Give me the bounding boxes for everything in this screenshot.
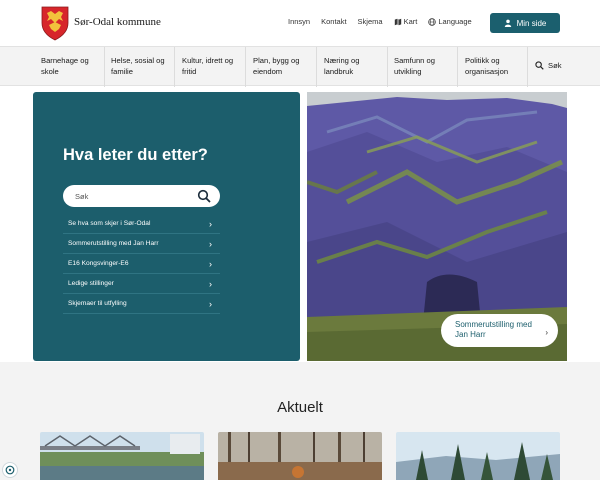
search-icon xyxy=(535,61,544,70)
quick-link[interactable]: Ledige stillinger › xyxy=(63,274,220,294)
site-header: Sør-Odal kommune Innsyn Kontakt Skjema K… xyxy=(0,0,600,46)
quick-link-label: Se hva som skjer i Sør-Odal xyxy=(68,220,151,227)
link-kontakt-label: Kontakt xyxy=(321,17,347,26)
chevron-right-icon: › xyxy=(209,298,212,309)
nav-item-plan[interactable]: Plan, bygg og eiendom xyxy=(253,55,313,77)
nav-search-button[interactable]: Søk xyxy=(535,61,562,70)
globe-icon xyxy=(428,17,437,26)
hero-title: Hva leter du etter? xyxy=(63,146,208,164)
chevron-right-icon: › xyxy=(545,328,548,337)
site-name[interactable]: Sør-Odal kommune xyxy=(74,16,161,28)
nav-divider xyxy=(104,47,105,87)
hero-search-box xyxy=(63,185,220,207)
chevron-right-icon: › xyxy=(209,278,212,289)
link-kontakt[interactable]: Kontakt xyxy=(321,17,346,26)
chevron-right-icon: › xyxy=(209,258,212,269)
nav-divider xyxy=(316,47,317,87)
search-panel: Hva leter du etter? Se hva som skjer i S… xyxy=(33,92,300,361)
quick-links: Se hva som skjer i Sør-Odal › Sommerutsti… xyxy=(63,214,220,314)
main-navigation: Barnehage og skole Helse, sosial og fami… xyxy=(0,46,600,87)
my-page-label: Min side xyxy=(516,18,547,28)
news-section: Aktuelt xyxy=(0,362,600,480)
hero-search-input[interactable] xyxy=(75,189,193,203)
chevron-right-icon: › xyxy=(209,238,212,249)
coat-of-arms-logo[interactable] xyxy=(40,5,70,41)
accessibility-button[interactable] xyxy=(2,462,18,478)
nav-divider xyxy=(174,47,175,87)
quick-link-label: Ledige stillinger xyxy=(68,280,114,287)
quick-link-label: Skjemaer til utfylling xyxy=(68,300,127,307)
utility-links: Innsyn Kontakt Skjema Kart Language xyxy=(288,17,472,26)
nav-item-samfunn[interactable]: Samfunn og utvikling xyxy=(394,55,454,77)
map-icon xyxy=(394,18,401,25)
nav-divider xyxy=(245,47,246,87)
link-kart[interactable]: Kart xyxy=(394,17,418,26)
accessibility-icon xyxy=(5,465,15,475)
nav-divider xyxy=(527,47,528,87)
nav-item-naering[interactable]: Næring og landbruk xyxy=(324,55,384,77)
quick-link-label: E16 Kongsvinger-E6 xyxy=(68,260,129,267)
news-card-image-lake-trees[interactable] xyxy=(396,432,560,480)
link-skjema-label: Skjema xyxy=(357,17,383,26)
quick-link[interactable]: Sommerutstilling med Jan Harr › xyxy=(63,234,220,254)
nav-search-label: Søk xyxy=(548,61,562,70)
link-language[interactable]: Language xyxy=(428,17,472,26)
link-skjema[interactable]: Skjema xyxy=(358,17,383,26)
nav-item-helse[interactable]: Helse, sosial og familie xyxy=(111,55,171,77)
chevron-right-icon: › xyxy=(209,218,212,229)
quick-link-label: Sommerutstilling med Jan Harr xyxy=(68,240,159,247)
link-innsyn-label: Innsyn xyxy=(288,17,311,26)
news-card-image-forest-fire[interactable] xyxy=(218,432,382,480)
link-language-label: Language xyxy=(438,17,472,26)
nav-divider xyxy=(387,47,388,87)
search-icon[interactable] xyxy=(197,189,211,203)
news-section-title: Aktuelt xyxy=(277,399,323,416)
link-kart-label: Kart xyxy=(403,17,418,26)
featured-card-label: Sommerutstilling med Jan Harr xyxy=(455,320,532,339)
quick-link[interactable]: Se hva som skjer i Sør-Odal › xyxy=(63,214,220,234)
nav-divider xyxy=(457,47,458,87)
news-card-image-bridge[interactable] xyxy=(40,432,204,480)
user-icon xyxy=(504,19,511,27)
nav-item-kultur[interactable]: Kultur, idrett og fritid xyxy=(182,55,242,77)
nav-item-barnehage[interactable]: Barnehage og skole xyxy=(41,55,101,77)
quick-link[interactable]: Skjemaer til utfylling › xyxy=(63,294,220,314)
quick-link[interactable]: E16 Kongsvinger-E6 › xyxy=(63,254,220,274)
featured-card-button[interactable]: Sommerutstilling med Jan Harr › xyxy=(441,314,558,347)
link-innsyn[interactable]: Innsyn xyxy=(288,17,310,26)
my-page-button[interactable]: Min side xyxy=(490,13,560,33)
nav-item-politikk[interactable]: Politikk og organisasjon xyxy=(465,55,525,77)
